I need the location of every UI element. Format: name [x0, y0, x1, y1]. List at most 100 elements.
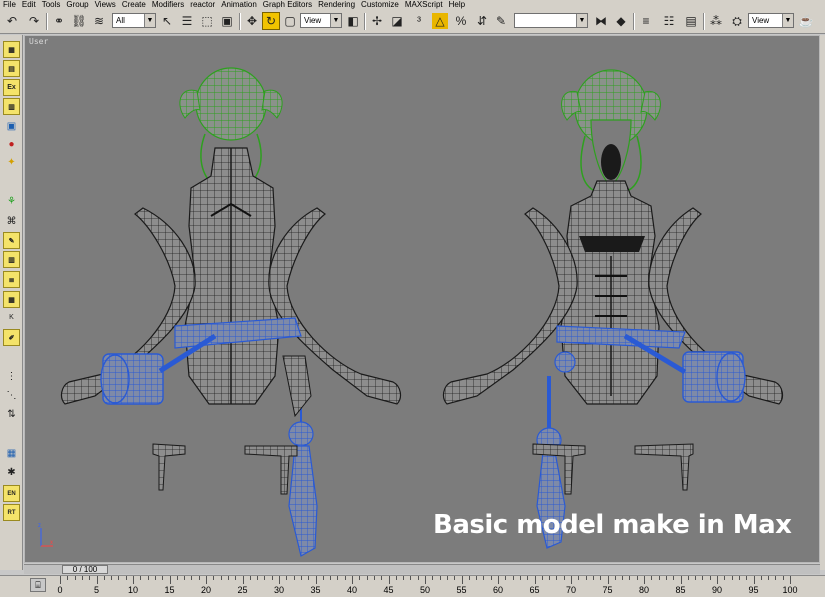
ruler-tick: [111, 576, 113, 580]
ruler-tick: [585, 576, 587, 580]
menu-item-create[interactable]: Create: [119, 0, 149, 10]
ruler-tick: [395, 576, 397, 580]
render-type-dropdown[interactable]: View ▼: [748, 13, 794, 28]
select-rotate-icon[interactable]: ↻: [262, 12, 280, 30]
utilities-icon[interactable]: ✱: [3, 464, 20, 481]
select-by-name-icon[interactable]: ☰: [178, 12, 196, 30]
snaps-toggle-icon[interactable]: ³: [410, 12, 428, 30]
mirror-icon[interactable]: ⧓: [592, 12, 610, 30]
frame-ruler[interactable]: 0 5 10 15 20 25 30 35 40 45 50 55 60 65 70 75 80 85 90 95 10…: [56, 576, 798, 597]
ruler-tick: [191, 576, 193, 580]
ruler-tick: [315, 576, 317, 584]
menu-item-modifiers[interactable]: Modifiers: [149, 0, 187, 10]
ruler-tick: [373, 576, 375, 580]
paint-icon[interactable]: ✎: [3, 232, 20, 249]
ruler-tick: [81, 576, 83, 580]
material-editor-icon[interactable]: ⁂: [707, 12, 725, 30]
ex-tab-icon[interactable]: Ex: [3, 79, 20, 96]
ruler-tick: [154, 576, 156, 580]
hierarchy-icon[interactable]: ⋱: [3, 387, 20, 404]
axis-tripod-icon: z x: [38, 523, 53, 547]
curve-editor-icon[interactable]: ☷: [660, 12, 678, 30]
menu-item-rendering[interactable]: Rendering: [315, 0, 358, 10]
ruler-label: 30: [273, 585, 285, 595]
pivot-center-icon[interactable]: ◧: [344, 12, 362, 30]
ruler-tick: [169, 576, 171, 584]
modifier-stack-icon[interactable]: ⋮: [3, 368, 20, 385]
menu-item-group[interactable]: Group: [63, 0, 91, 10]
menu-item-customize[interactable]: Customize: [358, 0, 402, 10]
character-icon[interactable]: ⚘: [3, 193, 20, 210]
redo-icon[interactable]: ↷: [25, 12, 43, 30]
stack-icon[interactable]: ≣: [3, 271, 20, 288]
ruler-label: 5: [93, 585, 100, 595]
keep-icon[interactable]: K: [3, 309, 20, 326]
named-selection-dropdown[interactable]: ▼: [514, 13, 588, 28]
object-tab-icon[interactable]: ▥: [3, 98, 20, 115]
menu-item-maxscript[interactable]: MAXScript: [402, 0, 446, 10]
percent-snap-icon[interactable]: %: [452, 12, 470, 30]
ruler-tick: [731, 576, 733, 580]
layer-manager-icon[interactable]: ≡: [637, 12, 655, 30]
axis-x-label: x: [50, 540, 53, 546]
ruler-tick: [651, 576, 653, 580]
select-manipulate-icon[interactable]: ✢: [368, 12, 386, 30]
menu-item-views[interactable]: Views: [92, 0, 119, 10]
columns-icon[interactable]: ▥: [3, 251, 20, 268]
menu-item-tools[interactable]: Tools: [39, 0, 64, 10]
link-icon[interactable]: ⚭: [50, 12, 68, 30]
selection-filter-dropdown[interactable]: All ▼: [112, 13, 156, 28]
schematic-view-icon[interactable]: ▤: [682, 12, 700, 30]
angle-snap-icon[interactable]: △: [431, 12, 449, 30]
undo-icon[interactable]: ↶: [3, 12, 21, 30]
ruler-tick: [454, 576, 456, 580]
viewport-label[interactable]: User: [29, 37, 48, 46]
quick-render-icon[interactable]: ☕: [797, 12, 815, 30]
light-bulb-icon[interactable]: ✦: [3, 154, 20, 171]
bones-icon[interactable]: ⌘: [3, 213, 20, 230]
rt-tab-icon[interactable]: RT: [3, 504, 20, 521]
menu-item-file[interactable]: File: [0, 0, 19, 10]
ruler-tick: [257, 576, 259, 580]
ruler-tick: [753, 576, 755, 584]
ruler-label: 50: [419, 585, 431, 595]
time-slider[interactable]: 0 / 100: [24, 564, 820, 574]
time-slider-thumb[interactable]: 0 / 100: [62, 565, 108, 574]
ruler-tick: [227, 576, 229, 580]
film-icon[interactable]: ▦: [3, 291, 20, 308]
select-move-icon[interactable]: ✥: [243, 12, 261, 30]
reference-coordinate-dropdown[interactable]: View ▼: [300, 13, 342, 28]
ruler-label: 65: [529, 585, 540, 595]
color-spheres-icon[interactable]: ●: [3, 136, 20, 153]
keyboard-shortcut-icon[interactable]: ◪: [388, 12, 406, 30]
en-tab-icon[interactable]: EN: [3, 485, 20, 502]
ruler-label: 35: [310, 585, 321, 595]
menu-item-graph-editors[interactable]: Graph Editors: [260, 0, 315, 10]
select-object-icon[interactable]: ↖: [158, 12, 176, 30]
menu-item-animation[interactable]: Animation: [218, 0, 260, 10]
rectangular-selection-icon[interactable]: ⬚: [198, 12, 216, 30]
menu-item-help[interactable]: Help: [446, 0, 468, 10]
create-shape-icon[interactable]: ▤: [3, 60, 20, 77]
display-tab-icon[interactable]: ▣: [3, 118, 20, 135]
bind-space-warp-icon[interactable]: ≋: [90, 12, 108, 30]
edit-named-selection-icon[interactable]: ✎: [492, 12, 510, 30]
align-icon[interactable]: ◆: [612, 12, 630, 30]
ruler-tick: [271, 576, 273, 580]
spinner-snap-icon[interactable]: ⇵: [473, 12, 491, 30]
select-scale-icon[interactable]: ▢: [281, 12, 299, 30]
user-viewport[interactable]: User z x Basic model make in Max: [24, 35, 820, 563]
motion-icon[interactable]: ⇅: [3, 406, 20, 423]
create-box-icon[interactable]: ▦: [3, 41, 20, 58]
render-type-value: View: [752, 16, 770, 25]
render-scene-icon[interactable]: ⛭: [728, 12, 746, 30]
mini-curve-editor-icon[interactable]: ⌸: [30, 578, 46, 592]
window-crossing-icon[interactable]: ▣: [218, 12, 236, 30]
menu-item-reactor[interactable]: reactor: [187, 0, 218, 10]
track-bar[interactable]: ⌸ 0 5 10 15 20 25 30 35 40 45 50 55 60 65 70 75 80 85 90 95…: [0, 575, 825, 597]
menu-item-edit[interactable]: Edit: [19, 0, 39, 10]
unlink-icon[interactable]: ⛓: [70, 12, 88, 30]
ruler-tick: [541, 576, 543, 580]
display-panel-icon[interactable]: ▦: [3, 445, 20, 462]
pencil-icon[interactable]: ✐: [3, 329, 20, 346]
